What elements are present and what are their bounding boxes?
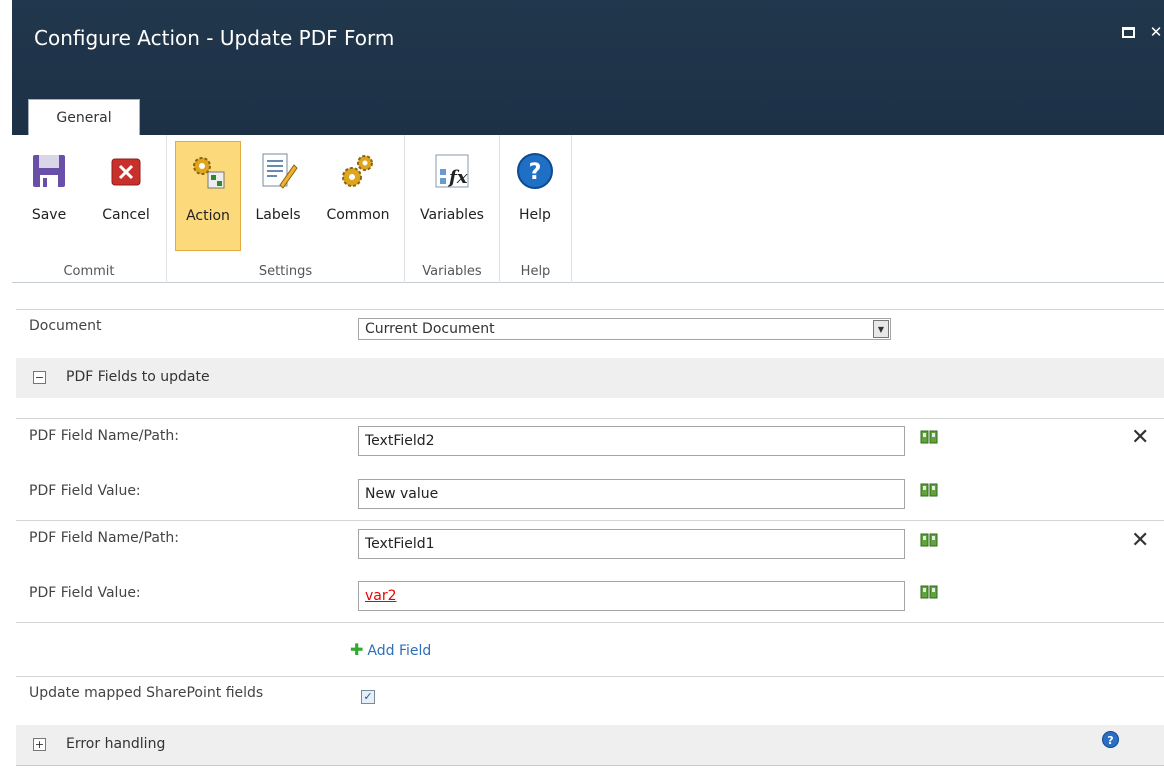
pdf-fields-section-title: PDF Fields to update (66, 369, 210, 385)
error-handling-section-header[interactable]: + Error handling (16, 725, 1164, 765)
help-icon: ? (517, 153, 553, 189)
add-field-link[interactable]: ✚ Add Field (350, 640, 431, 659)
update-mapped-checkbox[interactable]: ✓ (361, 690, 375, 704)
maximize-icon[interactable] (1120, 24, 1136, 40)
action-gears-icon (193, 157, 225, 189)
group-label-help: Help (520, 264, 551, 279)
labels-icon (262, 153, 298, 189)
lookup-book-icon[interactable] (920, 430, 938, 444)
pdf-field-name-input[interactable]: TextField1 (358, 529, 905, 559)
variables-button[interactable]: fx Variables (411, 141, 493, 251)
labels-button[interactable]: Labels (249, 141, 307, 251)
save-button[interactable]: Save (26, 141, 72, 251)
pdf-field-value-label: PDF Field Value: (29, 483, 141, 499)
group-label-settings: Settings (258, 264, 313, 279)
update-mapped-label: Update mapped SharePoint fields (29, 685, 264, 701)
group-label-commit: Commit (63, 264, 115, 279)
action-button[interactable]: Action (175, 141, 241, 251)
tab-general[interactable]: General (28, 99, 140, 135)
lookup-book-icon[interactable] (920, 483, 938, 497)
cancel-button[interactable]: Cancel (96, 141, 156, 251)
document-label: Document (29, 318, 102, 334)
cancel-icon (111, 158, 141, 186)
pdf-field-value-input[interactable]: var2 (358, 581, 905, 611)
pdf-field-value-input[interactable]: New value (358, 479, 905, 509)
add-field-label: Add Field (367, 643, 432, 659)
svg-text:fx: fx (447, 167, 468, 188)
close-icon[interactable]: ✕ (1148, 23, 1164, 41)
svg-text:?: ? (529, 160, 542, 185)
lookup-book-icon[interactable] (920, 533, 938, 547)
pdf-field-name-label: PDF Field Name/Path: (29, 428, 179, 444)
document-select-value: Current Document (365, 321, 495, 337)
pdf-field-name-input[interactable]: TextField2 (358, 426, 905, 456)
help-button[interactable]: ? Help (510, 141, 560, 251)
document-select[interactable]: Current Document ▼ (358, 318, 891, 340)
dialog-title: Configure Action - Update PDF Form (34, 26, 395, 50)
ribbon-group-variables: fx Variables Variables (405, 135, 500, 283)
ribbon-group-settings: Action Labels Common Settings (167, 135, 405, 283)
lookup-book-icon[interactable] (920, 585, 938, 599)
common-button[interactable]: Common (317, 141, 399, 251)
collapse-icon[interactable]: − (33, 371, 46, 384)
group-label-variables: Variables (422, 264, 482, 279)
remove-field-button[interactable]: ✕ (1131, 530, 1149, 552)
ribbon-group-commit: Save Cancel Commit (12, 135, 167, 283)
variables-icon: fx (435, 154, 469, 188)
common-gears-icon (342, 155, 373, 187)
pdf-field-name-label: PDF Field Name/Path: (29, 530, 179, 546)
add-plus-icon: ✚ (350, 640, 364, 659)
save-icon (33, 155, 65, 187)
error-handling-section-title: Error handling (66, 736, 166, 752)
help-circle-icon[interactable]: ? (1102, 731, 1119, 748)
pdf-field-value-label: PDF Field Value: (29, 585, 141, 601)
remove-field-button[interactable]: ✕ (1131, 427, 1149, 449)
tab-general-label: General (56, 109, 112, 126)
ribbon-group-help: ? Help Help (500, 135, 572, 283)
ribbon: Save Cancel Commit Action Labels Common … (12, 135, 1164, 283)
expand-icon[interactable]: + (33, 738, 46, 751)
pdf-fields-section-header[interactable]: − PDF Fields to update (16, 358, 1164, 398)
chevron-down-icon[interactable]: ▼ (873, 320, 889, 338)
dialog-titlebar: Configure Action - Update PDF Form ✕ Gen… (12, 0, 1164, 140)
